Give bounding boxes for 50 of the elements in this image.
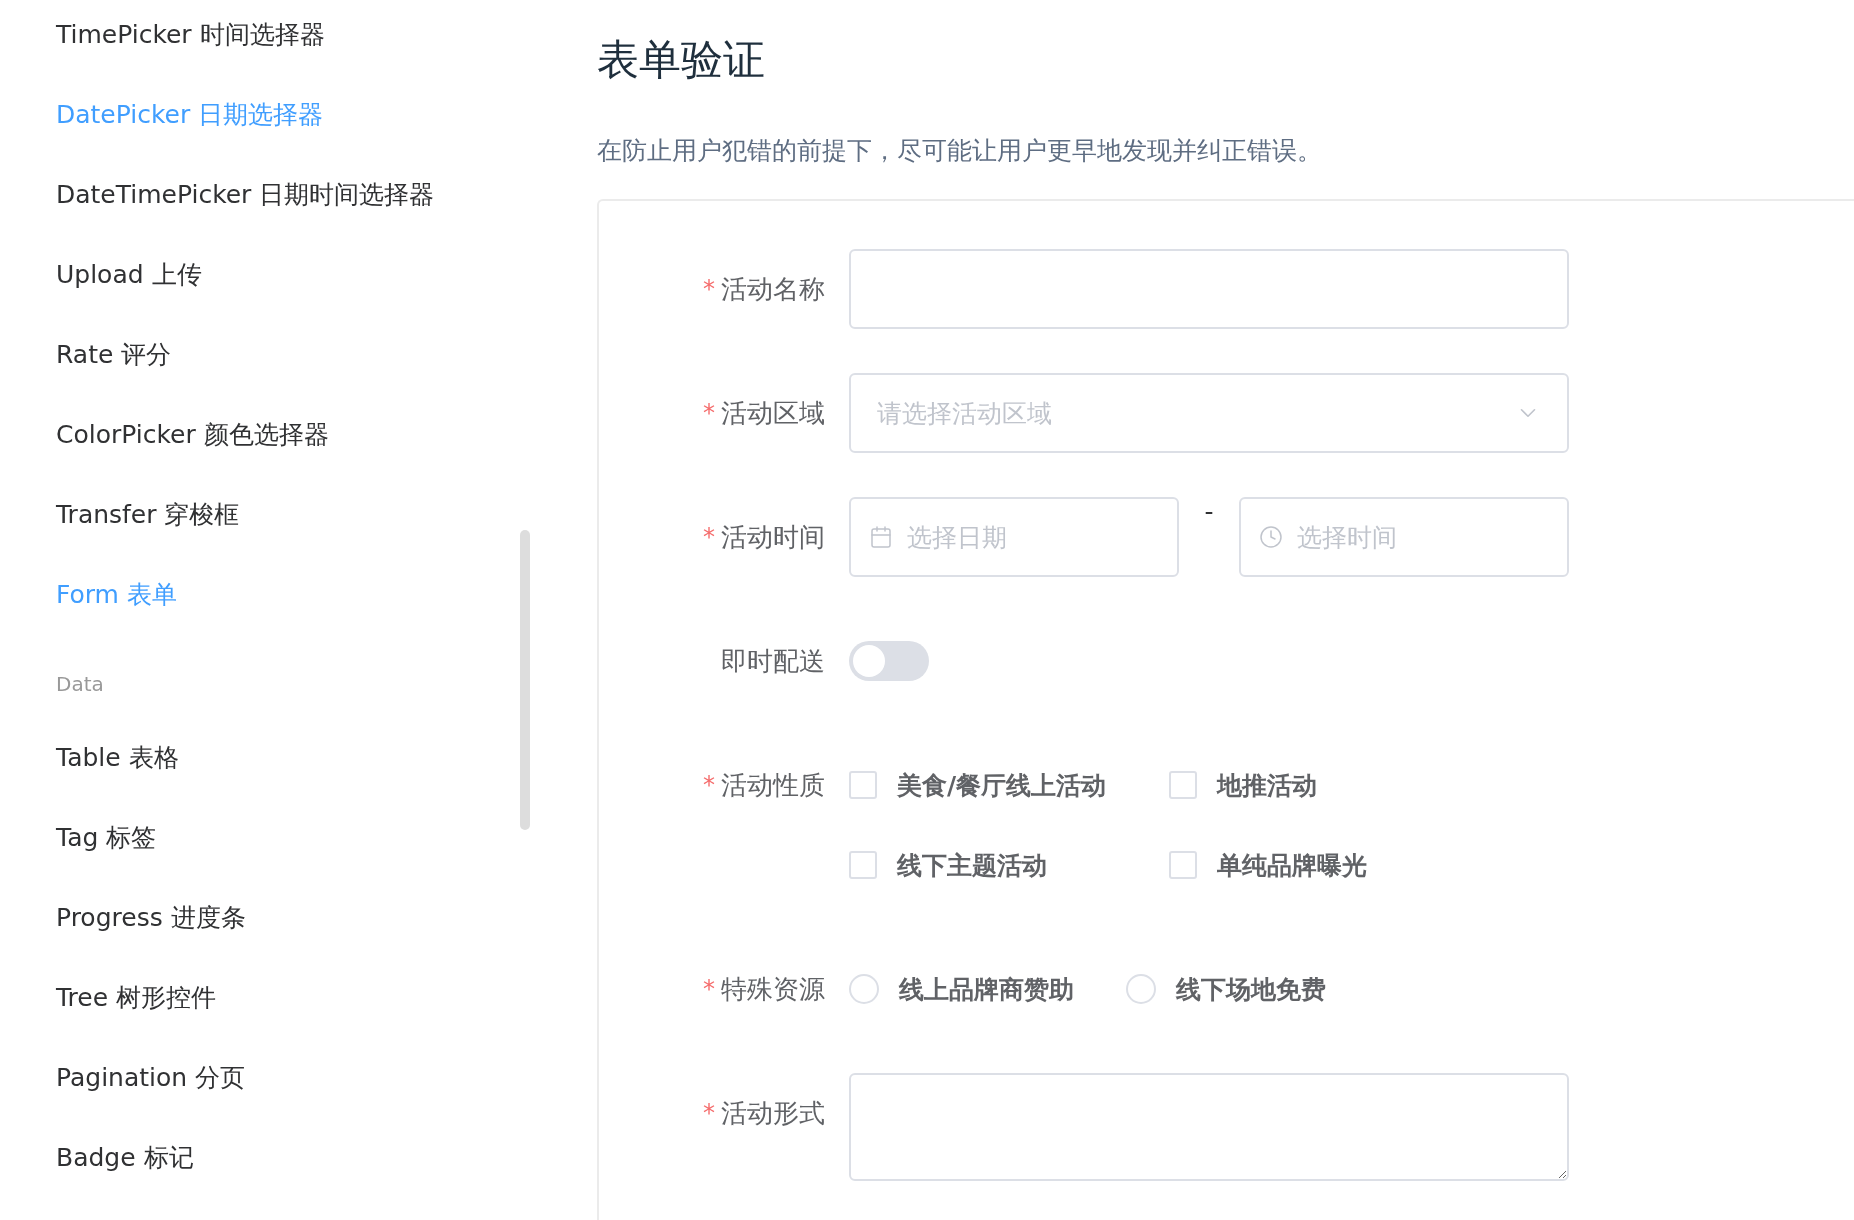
checkbox[interactable] <box>1169 771 1197 799</box>
field-label: 活动时间 <box>721 520 825 554</box>
placeholder-text: 请选择活动区域 <box>877 397 1053 430</box>
checkbox-label[interactable]: 地推活动 <box>1217 768 1317 802</box>
scrollbar[interactable] <box>520 530 530 830</box>
nav-link[interactable]: Pagination 分页 <box>56 1037 246 1117</box>
radio-label[interactable]: 线上品牌商赞助 <box>899 972 1074 1006</box>
field-label: 特殊资源 <box>721 972 825 1006</box>
placeholder-text: 选择时间 <box>1297 521 1398 554</box>
nav-link[interactable]: Badge 标记 <box>56 1117 194 1197</box>
nav-link[interactable]: TimePicker 时间选择器 <box>56 0 325 74</box>
radio-button[interactable] <box>849 974 879 1004</box>
placeholder-text: 选择日期 <box>907 521 1008 554</box>
nav-link[interactable]: Table 表格 <box>56 717 179 797</box>
text-input[interactable] <box>849 249 1569 329</box>
required-mark: * <box>703 399 715 427</box>
nav-link[interactable]: ColorPicker 颜色选择器 <box>56 394 329 474</box>
required-mark: * <box>703 1099 715 1127</box>
field-label: 活动性质 <box>721 768 825 802</box>
field-label: 即时配送 <box>721 644 825 678</box>
range-separator: - <box>1203 497 1215 528</box>
radio-button[interactable] <box>1126 974 1156 1004</box>
nav-link[interactable]: Tree 树形控件 <box>56 957 217 1037</box>
checkbox-label[interactable]: 美食/餐厅线上活动 <box>897 768 1107 802</box>
calendar-icon <box>869 525 893 549</box>
field-label: 活动区域 <box>721 396 825 430</box>
page-title: 表单验证 <box>597 34 765 86</box>
radio-label[interactable]: 线下场地免费 <box>1176 972 1326 1006</box>
nav-group-heading: Data <box>56 672 104 696</box>
text-area[interactable] <box>849 1073 1569 1181</box>
nav-link[interactable]: Progress 进度条 <box>56 877 246 957</box>
required-mark: * <box>703 523 715 551</box>
checkbox[interactable] <box>849 851 877 879</box>
checkbox[interactable] <box>1169 851 1197 879</box>
nav-link[interactable]: Upload 上传 <box>56 234 202 314</box>
checkbox-label[interactable]: 线下主题活动 <box>897 848 1047 882</box>
field-label: 活动形式 <box>721 1096 825 1130</box>
toggle-switch[interactable] <box>849 641 929 681</box>
field-label: 活动名称 <box>721 272 825 306</box>
clock-icon <box>1259 525 1283 549</box>
checkbox[interactable] <box>849 771 877 799</box>
checkbox-label[interactable]: 单纯品牌曝光 <box>1217 848 1367 882</box>
nav-link[interactable]: Tag 标签 <box>56 797 157 877</box>
nav-link[interactable]: DateTimePicker 日期时间选择器 <box>56 154 435 234</box>
required-mark: * <box>703 771 715 799</box>
nav-link[interactable]: Rate 评分 <box>56 314 172 394</box>
nav-link[interactable]: Transfer 穿梭框 <box>56 474 240 554</box>
page-description: 在防止用户犯错的前提下，尽可能让用户更早地发现并纠正错误。 <box>597 135 1322 167</box>
required-mark: * <box>703 275 715 303</box>
required-mark: * <box>703 975 715 1003</box>
